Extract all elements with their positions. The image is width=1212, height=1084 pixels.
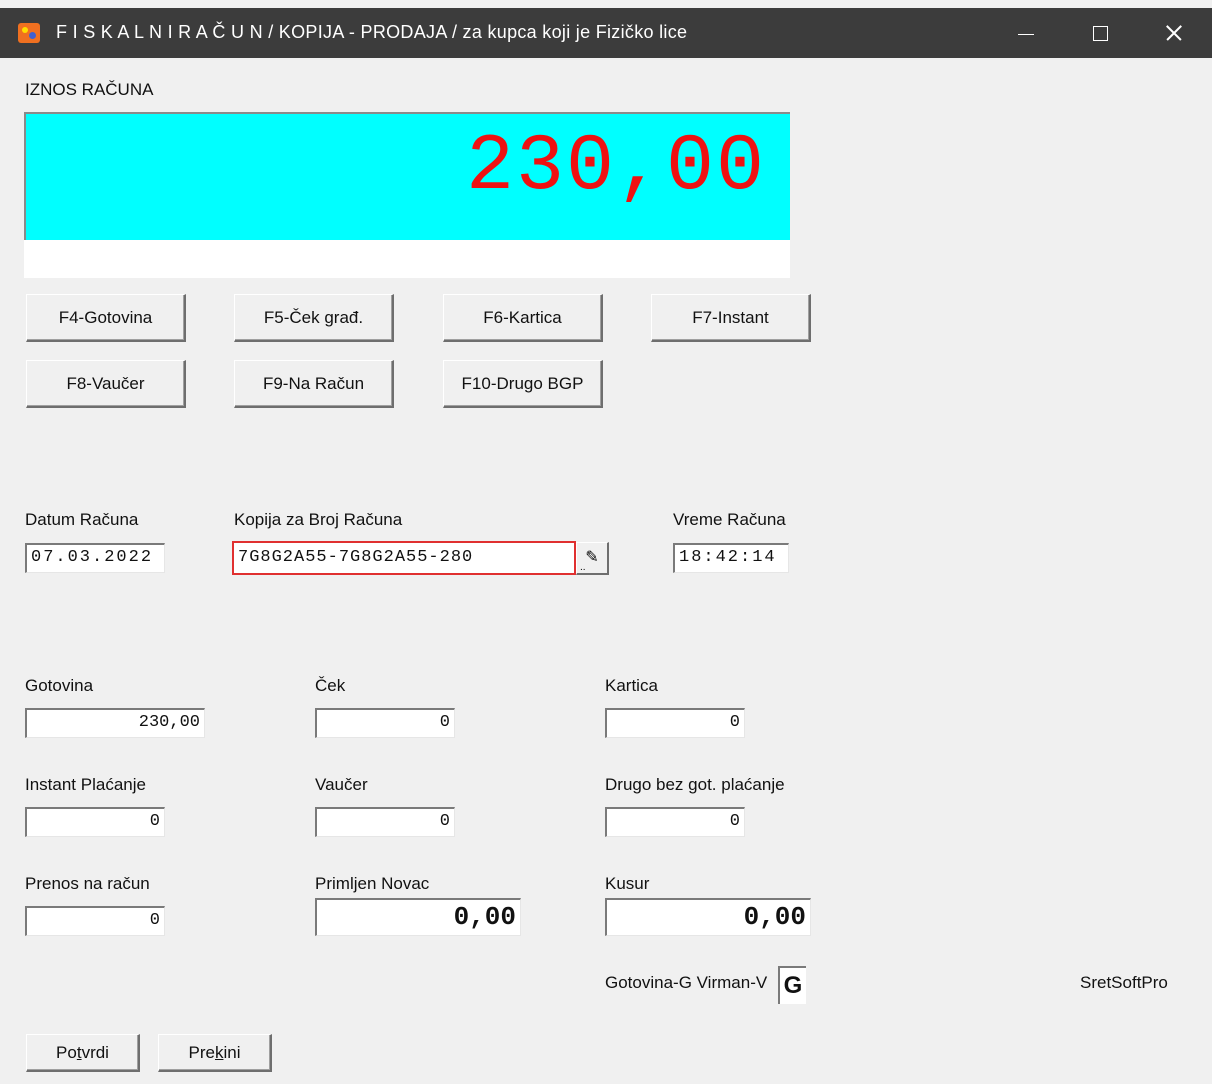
maximize-button[interactable] [1064,8,1136,58]
copy-number-label: Kopija za Broj Računa [234,510,403,529]
amount-display: 230,00 [24,112,790,240]
change-label: Kusur [605,874,650,893]
payment-mode-label: Gotovina-G Virman-V [605,973,768,992]
other-input[interactable]: 0 [605,807,745,837]
f4-cash-button[interactable]: F4-Gotovina [26,294,186,342]
cash-input[interactable]: 230,00 [25,708,205,738]
cash-label: Gotovina [25,676,94,695]
transfer-label: Prenos na račun [25,874,150,893]
edit-button[interactable]: .. ✎ [576,542,609,575]
date-field[interactable]: 07.03.2022 [25,543,165,573]
check-input[interactable]: 0 [315,708,455,738]
amount-value: 230,00 [465,122,766,213]
f9-on-account-button[interactable]: F9-Na Račun [234,360,394,408]
other-label: Drugo bez got. plaćanje [605,775,785,794]
f10-other-button[interactable]: F10-Drugo BGP [443,360,603,408]
copy-number-input[interactable]: 7G8G2A55-7G8G2A55-280 [232,541,576,575]
voucher-label: Vaučer [315,775,368,794]
close-button[interactable] [1138,8,1210,58]
f8-voucher-button[interactable]: F8-Vaučer [26,360,186,408]
minimize-icon [1018,34,1034,35]
card-label: Kartica [605,676,658,695]
received-label: Primljen Novac [315,874,430,893]
pencil-icon: ✎ [585,549,599,566]
confirm-button[interactable]: Po t vrdi [26,1034,140,1072]
f6-card-button[interactable]: F6-Kartica [443,294,603,342]
card-input[interactable]: 0 [605,708,745,738]
f5-check-button[interactable]: F5-Ček građ. [234,294,394,342]
window-title: F I S K A L N I R A Č U N / KOPIJA - PRO… [56,22,688,42]
instant-label: Instant Plaćanje [25,775,146,794]
cancel-button[interactable]: Pre k ini [158,1034,272,1072]
minimize-button[interactable] [990,8,1062,58]
amount-panel: 230,00 [24,112,790,278]
voucher-input[interactable]: 0 [315,807,455,837]
payment-mode-input[interactable]: G [778,966,806,1004]
date-label: Datum Računa [25,510,139,529]
brand-label: SretSoftPro [1080,973,1168,992]
received-input[interactable]: 0,00 [315,898,521,936]
amount-label: IZNOS RAČUNA [25,80,154,99]
maximize-icon [1093,26,1108,41]
change-input[interactable]: 0,00 [605,898,811,936]
check-label: Ček [315,676,346,695]
ellipsis-icon: .. [580,562,586,573]
title-bar[interactable]: F I S K A L N I R A Č U N / KOPIJA - PRO… [0,8,1212,58]
transfer-input[interactable]: 0 [25,906,165,936]
f7-instant-button[interactable]: F7-Instant [651,294,811,342]
instant-input[interactable]: 0 [25,807,165,837]
time-label: Vreme Računa [673,510,786,529]
time-field[interactable]: 18:42:14 [673,543,789,573]
app-icon [18,23,40,43]
